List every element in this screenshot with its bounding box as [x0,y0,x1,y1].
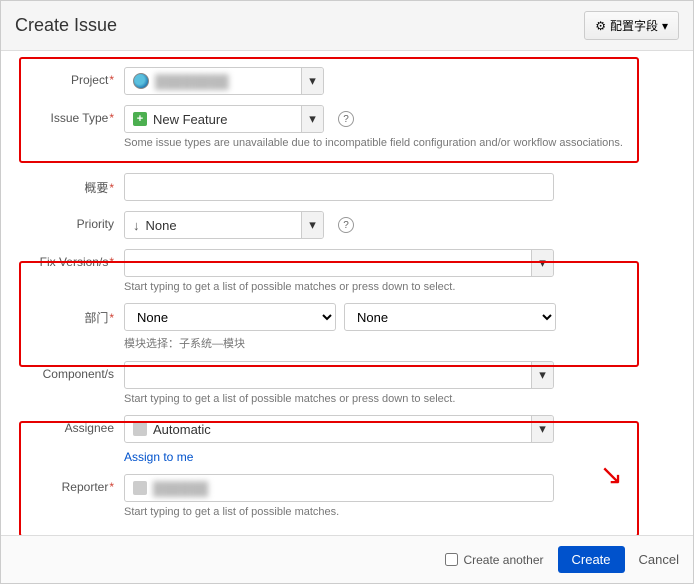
user-icon [133,481,147,495]
dialog-header: Create Issue ⚙ 配置字段 ▾ [1,1,693,51]
issue-type-select[interactable]: + New Feature ▾ [124,105,324,133]
dialog-body: Project ████████ ▾ Issue Type + New Featu… [1,51,693,535]
new-feature-icon: + [133,112,147,126]
gear-icon: ⚙ [595,19,606,33]
create-another-row[interactable]: Create another [445,553,543,567]
reporter-help: Start typing to get a list of possible m… [124,506,665,518]
department-label: 部门 [29,303,124,326]
chevron-down-icon: ▾ [301,68,323,94]
department-select-2[interactable]: None [344,303,556,331]
chevron-down-icon: ▾ [531,362,553,388]
assignee-value: Automatic [153,422,211,437]
fix-versions-help: Start typing to get a list of possible m… [124,281,665,293]
configure-fields-label: 配置字段 [610,17,658,34]
dialog-title: Create Issue [15,15,117,36]
dialog-footer: Create another Create Cancel [1,535,693,583]
components-label: Component/s [29,361,124,381]
parent-link-label: Parent Link [29,528,124,535]
assign-to-me-link[interactable]: Assign to me [124,450,193,464]
reporter-select[interactable]: ██████ [124,474,554,502]
priority-row: Priority ↓ None ▾ ? [29,211,665,239]
help-icon[interactable]: ? [338,217,354,233]
project-row: Project ████████ ▾ [29,67,665,95]
reporter-label: Reporter [29,474,124,494]
issue-type-label: Issue Type [29,105,124,125]
department-help: 模块选择：子系统—模块 [124,335,665,351]
reporter-value-blurred: ██████ [153,481,208,496]
create-another-checkbox[interactable] [445,553,458,566]
chevron-down-icon: ▾ [662,19,668,33]
assignee-select[interactable]: Automatic ▾ [124,415,554,443]
reporter-row: Reporter ██████ Start typing to get a li… [29,474,665,518]
chevron-down-icon: ▾ [531,416,553,442]
department-row: 部门 None None 模块选择：子系统—模块 [29,303,665,351]
create-another-label: Create another [463,553,543,567]
components-select[interactable]: ▾ [124,361,554,389]
chevron-down-icon: ▾ [531,250,553,276]
assignee-row: Assignee Automatic ▾ Assign to me [29,415,665,464]
fix-versions-label: Fix Version/s [29,249,124,269]
priority-label: Priority [29,211,124,231]
components-help: Start typing to get a list of possible m… [124,393,665,405]
assignee-label: Assignee [29,415,124,435]
department-select-1[interactable]: None [124,303,336,331]
project-select[interactable]: ████████ ▾ [124,67,324,95]
help-icon[interactable]: ? [338,111,354,127]
chevron-down-icon: ▾ [301,212,323,238]
summary-input[interactable] [124,173,554,201]
priority-none-icon: ↓ [133,218,140,233]
issue-type-help: Some issue types are unavailable due to … [124,137,665,149]
summary-label: 概要 [29,173,124,196]
issue-type-value: New Feature [153,112,227,127]
create-issue-dialog: Create Issue ⚙ 配置字段 ▾ Project ████████ ▾… [0,0,694,584]
priority-select[interactable]: ↓ None ▾ [124,211,324,239]
chevron-down-icon: ▾ [301,106,323,132]
project-label: Project [29,67,124,87]
project-value-blurred: ████████ [155,74,229,89]
fix-versions-row: Fix Version/s ▾ Start typing to get a li… [29,249,665,293]
priority-value: None [146,218,177,233]
components-row: Component/s ▾ Start typing to get a list… [29,361,665,405]
create-button[interactable]: Create [558,546,625,573]
issue-type-row: Issue Type + New Feature ▾ ? Some issue t… [29,105,665,149]
configure-fields-button[interactable]: ⚙ 配置字段 ▾ [584,11,679,40]
summary-row: 概要 [29,173,665,201]
project-icon [133,73,149,89]
user-icon [133,422,147,436]
cancel-button[interactable]: Cancel [639,552,679,567]
fix-versions-select[interactable]: ▾ [124,249,554,277]
parent-link-row: Parent Link [29,528,665,535]
